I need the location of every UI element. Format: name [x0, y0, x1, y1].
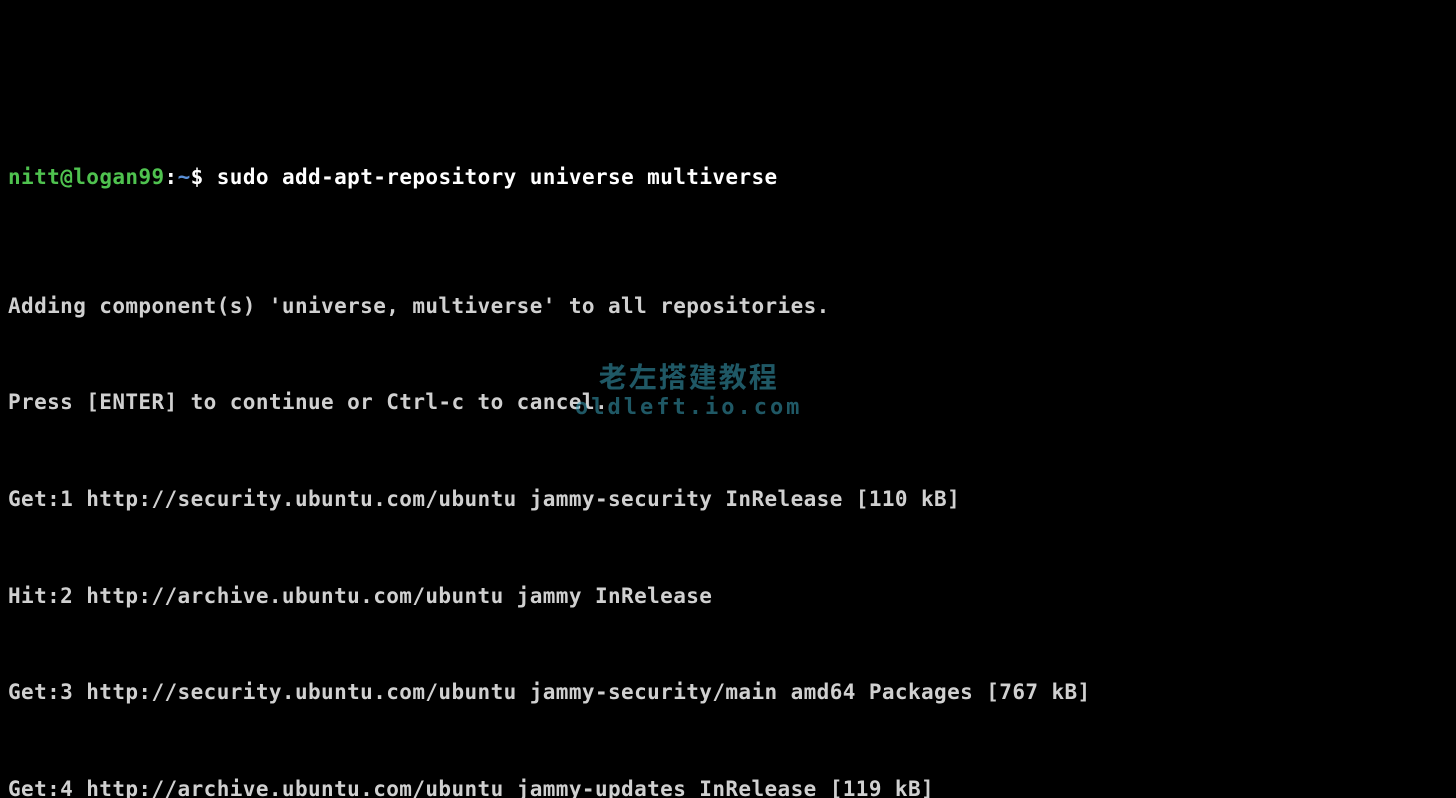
prompt-colon: :	[165, 165, 178, 189]
output-line: Get:3 http://security.ubuntu.com/ubuntu …	[8, 676, 1448, 708]
output-line: Hit:2 http://archive.ubuntu.com/ubuntu j…	[8, 580, 1448, 612]
terminal[interactable]: 老左搭建教程 oldleft.io.com nitt@logan99:~$ su…	[0, 0, 1456, 798]
output-line: Get:1 http://security.ubuntu.com/ubuntu …	[8, 483, 1448, 515]
prompt-line-1: nitt@logan99:~$ sudo add-apt-repository …	[8, 161, 1448, 193]
command-text: sudo add-apt-repository universe multive…	[217, 165, 778, 189]
prompt-user: nitt	[8, 165, 60, 189]
prompt-host: logan99	[73, 165, 164, 189]
prompt-dollar: $	[191, 165, 217, 189]
prompt-path: ~	[178, 165, 191, 189]
output-line: Get:4 http://archive.ubuntu.com/ubuntu j…	[8, 773, 1448, 798]
output-line: Adding component(s) 'universe, multivers…	[8, 290, 1448, 322]
prompt-at: @	[60, 165, 73, 189]
output-line: Press [ENTER] to continue or Ctrl-c to c…	[8, 386, 1448, 418]
